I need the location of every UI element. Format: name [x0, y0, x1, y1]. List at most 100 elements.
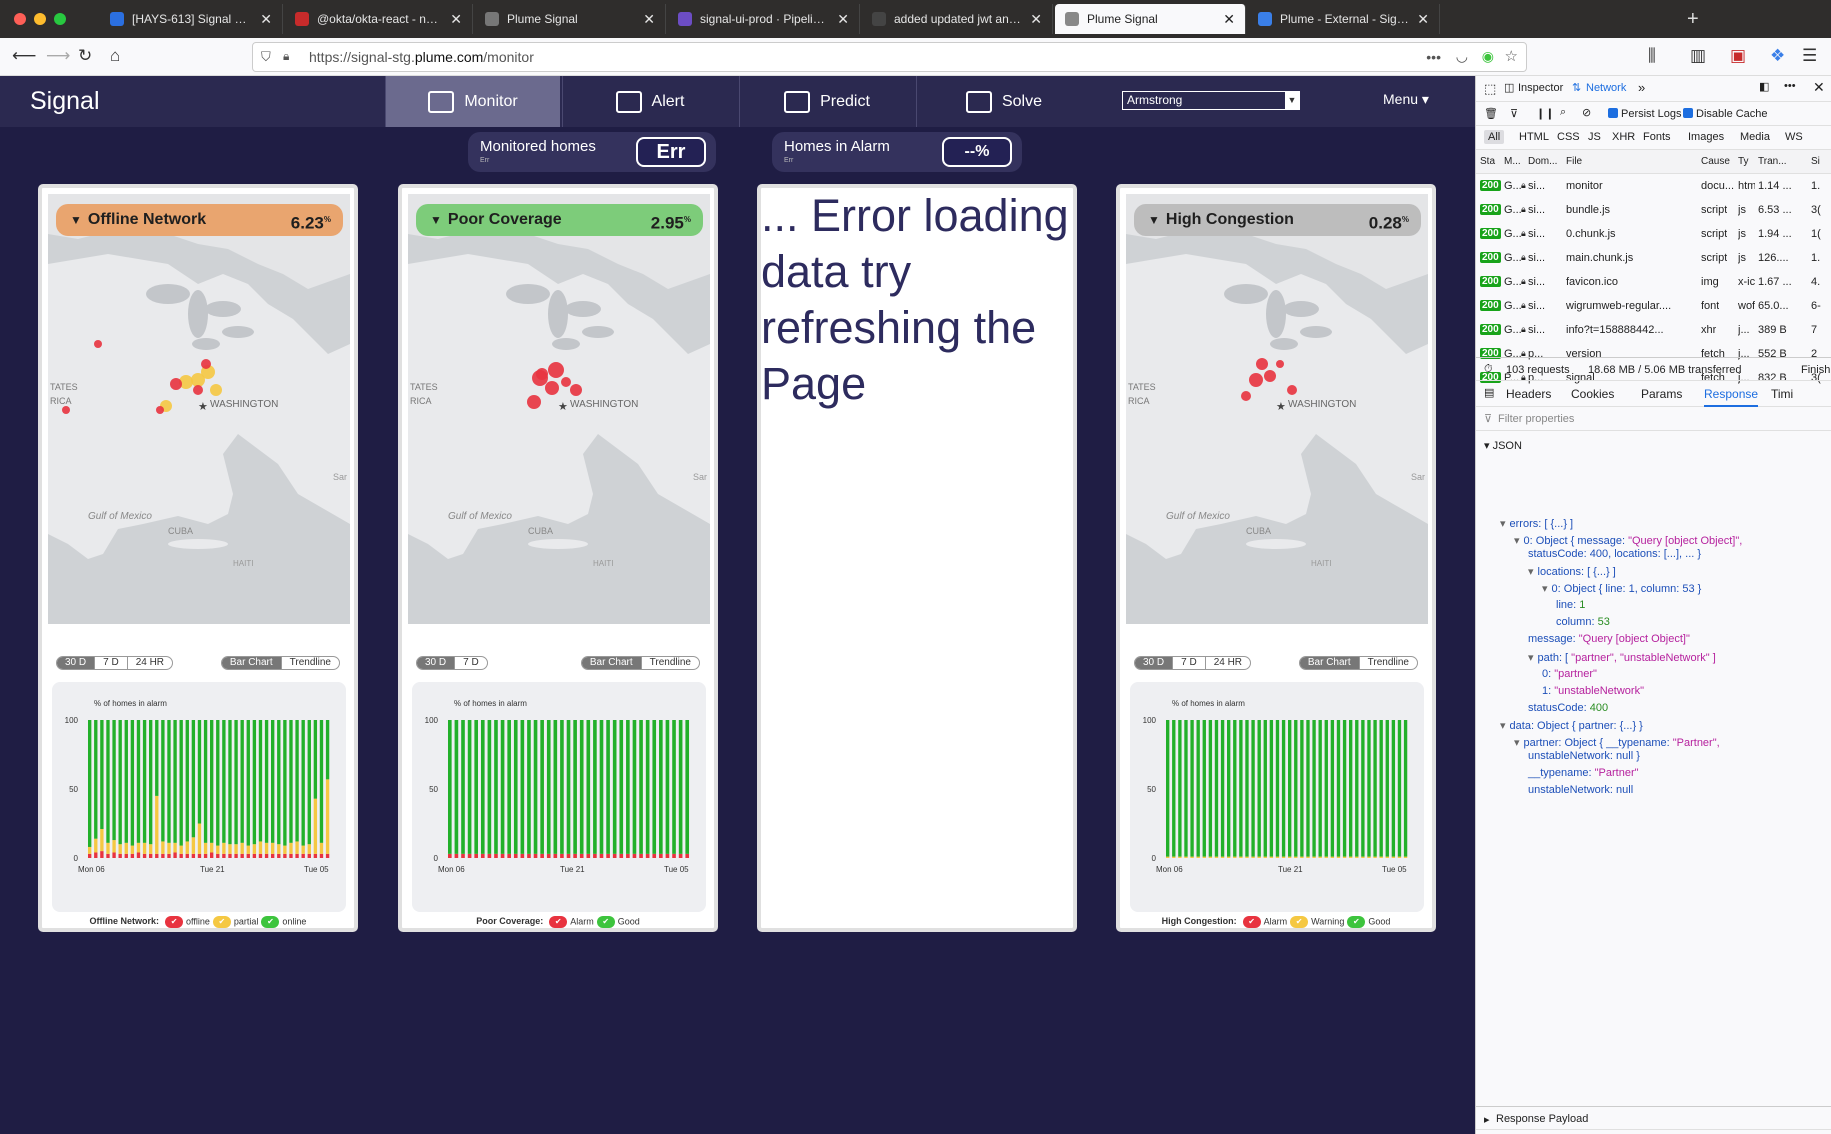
bar-segment[interactable]	[527, 720, 531, 854]
expand-toggle-icon[interactable]: ▾	[1500, 720, 1506, 732]
range-option[interactable]: 7 D	[1173, 657, 1206, 669]
bar-segment[interactable]	[216, 853, 220, 858]
bar-segment[interactable]	[179, 845, 183, 854]
network-request-row[interactable]: 200 G... si... bundle.js script js 6.53 ... 3(🔒…	[1476, 198, 1831, 222]
bar-segment[interactable]	[1403, 856, 1408, 858]
brand-logo[interactable]: Signal	[30, 87, 100, 116]
bar-segment[interactable]	[507, 853, 511, 858]
bar-segment[interactable]	[1306, 856, 1310, 858]
profile-icon[interactable]: ◉	[1482, 48, 1494, 65]
bar-segment[interactable]	[1227, 856, 1231, 858]
bar-segment[interactable]	[586, 720, 591, 854]
json-tree-line[interactable]: ▾ errors: [ {...} ]	[1500, 517, 1573, 530]
bar-segment[interactable]	[136, 720, 141, 843]
bar-segment[interactable]	[88, 846, 92, 854]
bar-segment[interactable]	[1318, 856, 1322, 858]
bar-segment[interactable]	[142, 842, 147, 854]
close-tab-icon[interactable]: ✕	[643, 11, 655, 28]
persist-logs-checkbox[interactable]	[1608, 108, 1618, 118]
bar-segment[interactable]	[1196, 720, 1200, 857]
column-header[interactable]: Ty	[1738, 156, 1749, 167]
json-tree-line[interactable]: 1: "unstableNetwork"	[1542, 685, 1644, 697]
filter-html[interactable]: HTML	[1515, 130, 1553, 144]
bar-segment[interactable]	[228, 720, 232, 845]
search-icon[interactable]: ⌕	[1560, 106, 1566, 119]
nav-alert[interactable]: Alert	[562, 76, 737, 127]
home-icon[interactable]: ⌂	[110, 46, 120, 66]
metric-pill[interactable]: ▼ Offline Network 6.23%	[56, 204, 343, 236]
bar-segment[interactable]	[136, 842, 141, 853]
close-tab-icon[interactable]: ✕	[1030, 11, 1042, 28]
expand-toggle-icon[interactable]: ▾	[1514, 535, 1520, 547]
bar-segment[interactable]	[1190, 720, 1194, 857]
bar-segment[interactable]	[1385, 720, 1389, 857]
bar-segment[interactable]	[167, 720, 171, 843]
bar-segment[interactable]	[161, 853, 165, 858]
bar-segment[interactable]	[210, 852, 214, 858]
bar-segment[interactable]	[100, 851, 104, 858]
bar-segment[interactable]	[234, 844, 238, 854]
sidebar-icon[interactable]: ▥	[1690, 46, 1706, 66]
bar-segment[interactable]	[1184, 720, 1188, 857]
bar-segment[interactable]	[606, 853, 610, 858]
bar-segment[interactable]	[500, 853, 505, 858]
bar-segment[interactable]	[1397, 856, 1402, 858]
bar-segment[interactable]	[313, 798, 318, 854]
bar-segment[interactable]	[149, 720, 153, 845]
json-tree-line[interactable]: ▾ 0: Object { line: 1, column: 53 }	[1542, 582, 1701, 595]
bar-segment[interactable]	[448, 720, 452, 854]
bar-segment[interactable]	[283, 720, 287, 846]
bar-segment[interactable]	[1300, 720, 1304, 857]
bar-segment[interactable]	[325, 779, 330, 854]
bar-segment[interactable]	[1385, 856, 1389, 858]
close-tab-icon[interactable]: ✕	[450, 11, 462, 28]
json-tree-line[interactable]: ▾ 0: Object { message: "Query [object Obj…	[1514, 534, 1742, 547]
network-request-row[interactable]: 200 G... si... info?t=158888442... xhr j... 38…	[1476, 318, 1831, 342]
bar-segment[interactable]	[593, 853, 597, 858]
bar-segment[interactable]	[100, 829, 104, 852]
bar-segment[interactable]	[228, 844, 232, 854]
bar-segment[interactable]	[1355, 720, 1359, 857]
bar-segment[interactable]	[289, 842, 293, 854]
bar-segment[interactable]	[507, 720, 511, 854]
bar-segment[interactable]	[513, 853, 518, 858]
bar-segment[interactable]	[454, 853, 459, 858]
bar-segment[interactable]	[234, 853, 238, 858]
tab-network[interactable]: Network	[1586, 82, 1626, 94]
bar-segment[interactable]	[520, 853, 525, 858]
reload-icon[interactable]: ↻	[78, 46, 92, 66]
filter-media[interactable]: Media	[1736, 130, 1774, 144]
network-request-row[interactable]: 200 G... si... main.chunk.js script js 126....…	[1476, 246, 1831, 270]
bar-segment[interactable]	[1208, 856, 1213, 858]
bar-segment[interactable]	[1318, 720, 1322, 857]
browser-tab[interactable]: Plume - External - Sign In ✕	[1248, 4, 1440, 34]
bar-segment[interactable]	[1239, 856, 1243, 858]
bar-segment[interactable]	[258, 853, 263, 858]
bar-segment[interactable]	[467, 720, 472, 854]
bar-segment[interactable]	[1336, 856, 1341, 858]
back-icon[interactable]: ⟵	[12, 46, 36, 66]
bar-segment[interactable]	[264, 720, 269, 843]
range-option[interactable]: 24 HR	[1206, 657, 1250, 669]
more-options-icon[interactable]: •••	[1784, 80, 1796, 92]
bar-segment[interactable]	[271, 853, 275, 858]
bookmark-star-icon[interactable]: ☆	[1505, 47, 1518, 65]
bar-segment[interactable]	[1281, 856, 1286, 858]
bar-segment[interactable]	[264, 842, 269, 854]
json-tree-line[interactable]: statusCode: 400, locations: [...], ... }	[1528, 548, 1701, 560]
bar-segment[interactable]	[1349, 856, 1353, 858]
bar-segment[interactable]	[619, 853, 624, 858]
menu-button[interactable]: Menu ▾	[1383, 91, 1429, 108]
partner-select[interactable]: Armstrong ▼	[1122, 91, 1300, 110]
bar-segment[interactable]	[685, 720, 690, 854]
bar-segment[interactable]	[277, 853, 281, 858]
json-tree-line[interactable]: ▾ data: Object { partner: {...} }	[1500, 719, 1643, 732]
view-option[interactable]: Bar Chart	[221, 657, 282, 669]
bar-segment[interactable]	[173, 842, 177, 853]
bar-segment[interactable]	[191, 720, 196, 838]
filter-css[interactable]: CSS	[1553, 130, 1584, 144]
bar-segment[interactable]	[1178, 720, 1182, 857]
bar-segment[interactable]	[1202, 856, 1206, 858]
network-request-row[interactable]: 200 G... si... wigrumweb-regular.... font wof…	[1476, 294, 1831, 318]
view-option[interactable]: Trendline	[1360, 657, 1417, 669]
